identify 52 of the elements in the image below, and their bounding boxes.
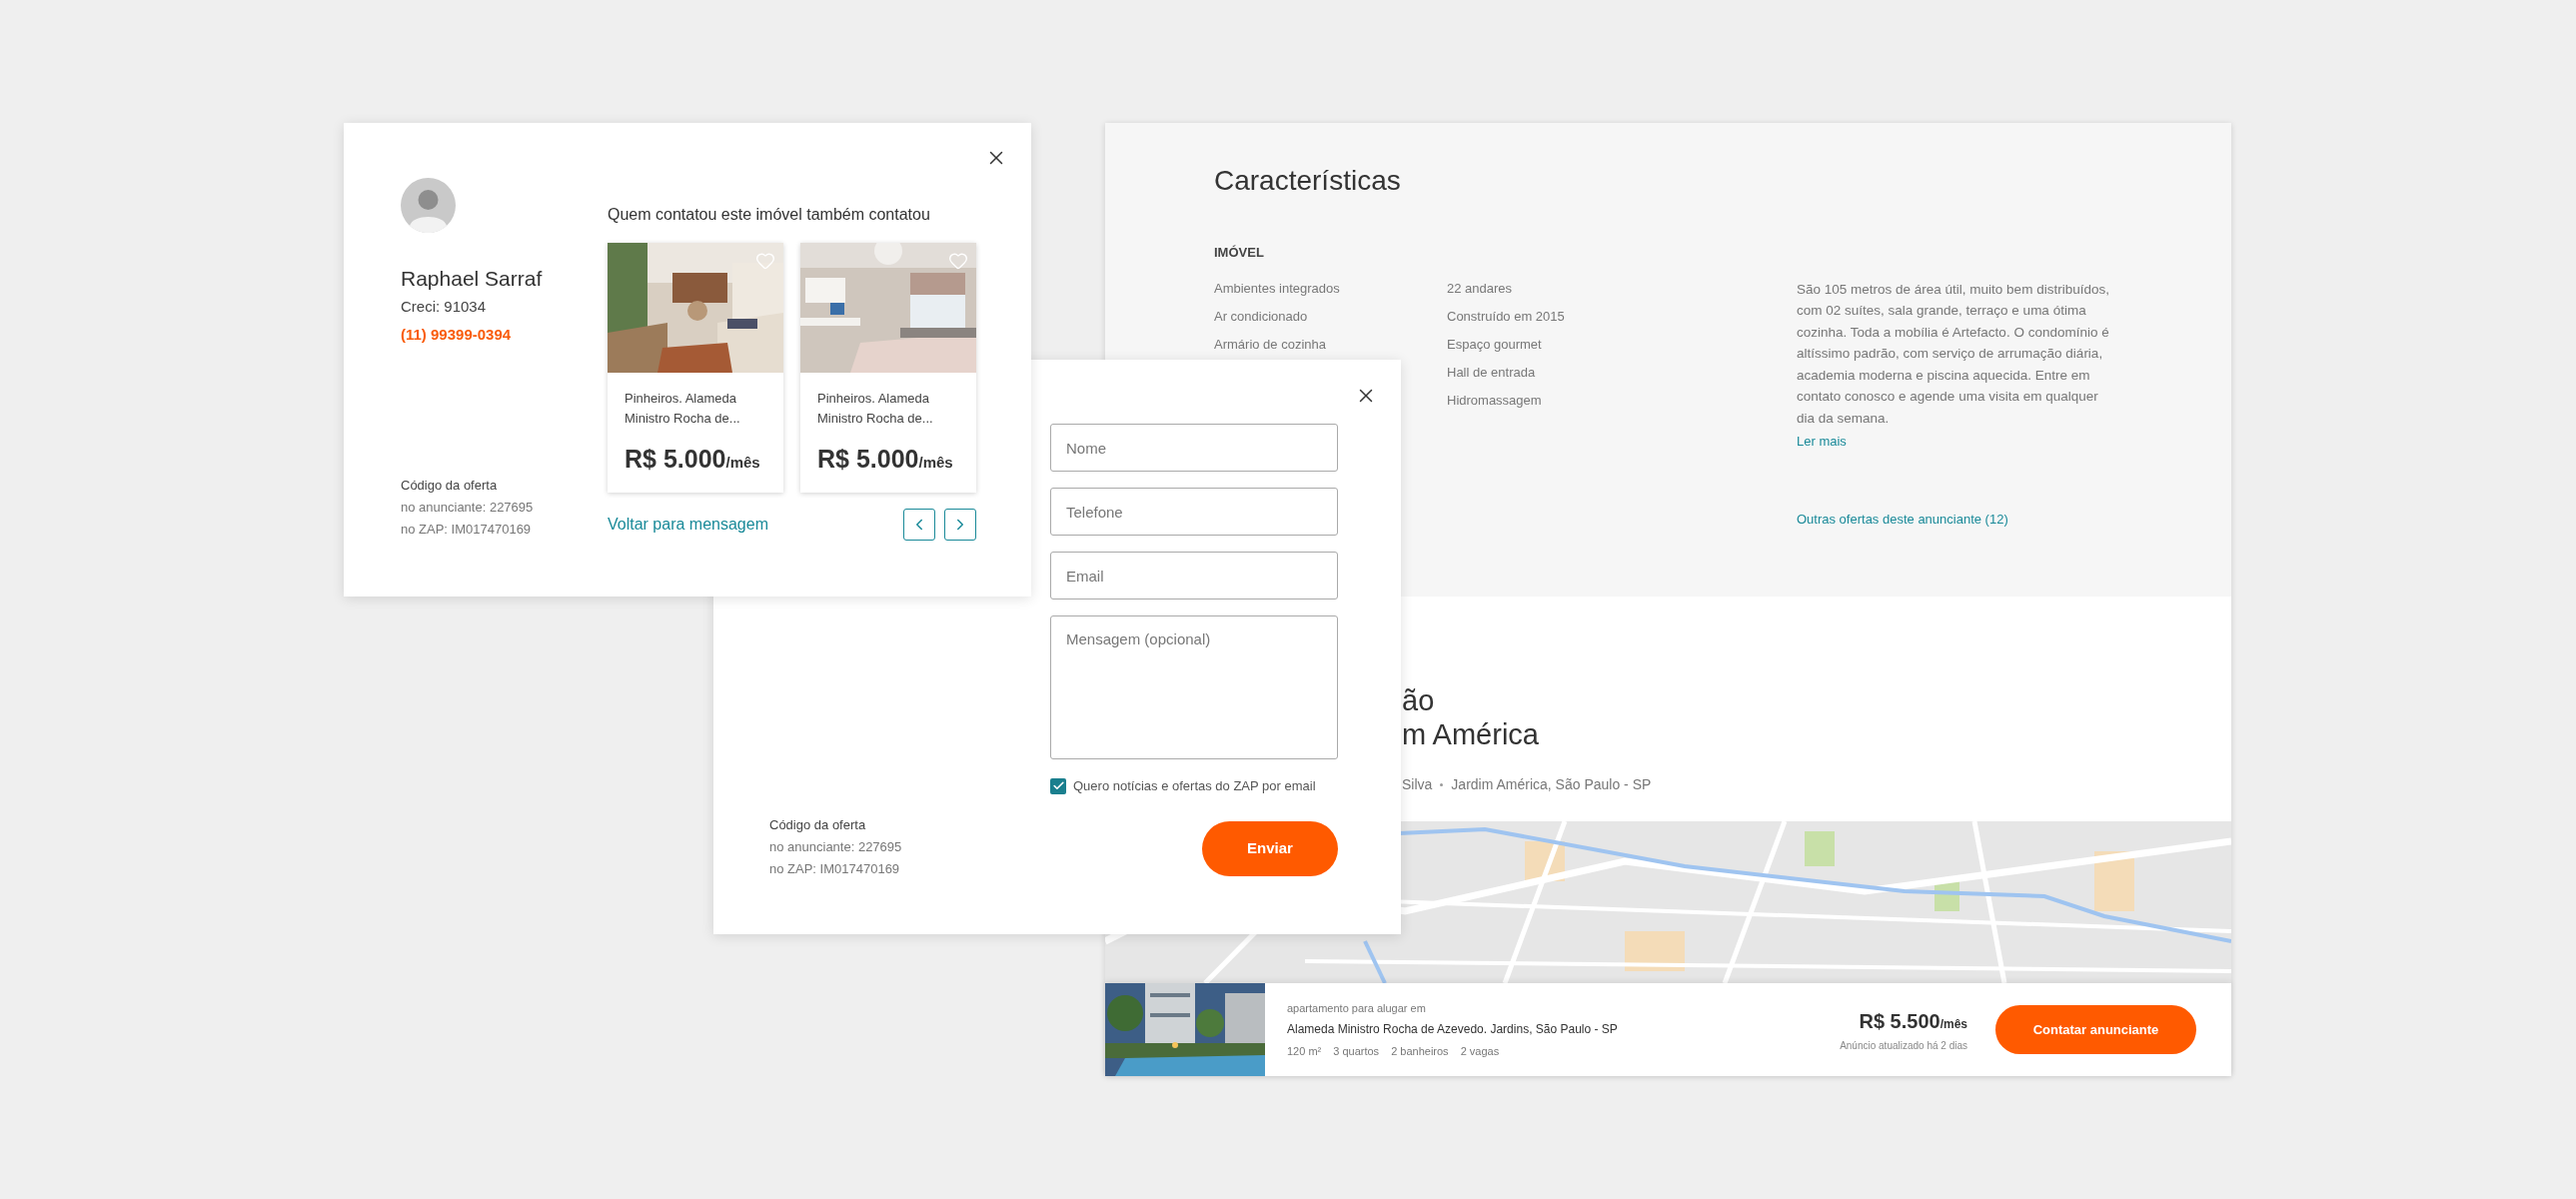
address-text: Silva (1402, 775, 1433, 794)
address-text: Jardim América, São Paulo - SP (1451, 775, 1652, 794)
previous-button[interactable] (903, 509, 935, 541)
location-title: ão (1402, 683, 1436, 717)
avatar (401, 178, 456, 233)
text-field[interactable]: Telefone (1050, 488, 1338, 536)
offer-code-line: no ZAP: IM017470169 (401, 521, 533, 539)
agent-name: Raphael Sarraf (401, 266, 544, 292)
newsletter-label: Quero notícias e ofertas do ZAP por email (1073, 777, 1316, 795)
newsletter-checkbox[interactable] (1050, 777, 1066, 794)
offer-code-title: Código da oferta (769, 816, 867, 834)
read-more-link[interactable]: Ler mais (1797, 431, 2112, 453)
offer-code-line: no ZAP: IM017470169 (769, 860, 901, 878)
listing-card[interactable]: Pinheiros. Alameda Ministro Rocha de... R$ 5.000/mês (608, 243, 783, 493)
feature-item: Hidromassagem (1447, 391, 1543, 410)
feature-item: Hall de entrada (1447, 363, 1537, 382)
message-field[interactable]: Mensagem (opcional) (1050, 615, 1338, 759)
contact-advertiser-button[interactable]: Contatar anunciante (1995, 1005, 2196, 1054)
listing-address: Alameda Ministro Rocha de Azevedo. Jardins, São Paulo - SP (1287, 1020, 1619, 1038)
updated-text: Anúncio atualizado há 2 dias (1840, 1039, 1967, 1053)
listing-card[interactable]: Pinheiros. Alameda Ministro Rocha de... R$ 5.000/mês (800, 243, 976, 493)
listing-address: Pinheiros. Alameda Ministro Rocha de... (816, 390, 934, 428)
text-field[interactable]: Email (1050, 552, 1338, 600)
offer-code-line: no anunciante: 227695 (769, 838, 903, 856)
location-title: m América (1402, 717, 1540, 751)
feature-item: Ambientes integrados (1214, 279, 1341, 298)
description-text: São 105 metros de área útil, muito bem distribuídos, com 02 suítes, sala grande, terraço e uma ótima cozinha. Toda a mobília é Artefacto. O condomínio é altíssimo padrão, com serviço de arrumação diária, academia moderna e piscina aquecida. Entre em contato conosco e agende uma visita em qualquer dia da semana. (1797, 280, 2110, 428)
offer-code-title: Código da oferta (401, 477, 499, 495)
feature-item: Construído em 2015 (1447, 307, 1566, 326)
feature-item: Ar condicionado (1214, 307, 1309, 326)
agent-phone: (11) 99399-0394 (401, 325, 513, 345)
offer-code-line: no anunciante: 227695 (401, 499, 535, 517)
agent-creci: Creci: 91034 (401, 297, 488, 317)
listing-price: R$ 5.500/mês (1859, 1009, 1967, 1034)
feature-item: Espaço gourmet (1447, 335, 1543, 354)
listing-spec: 120 m² (1287, 1043, 1322, 1059)
listing-address: Pinheiros. Alameda Ministro Rocha de... (624, 390, 741, 428)
group-title: IMÓVEL (1214, 244, 1265, 262)
section-title: Características (1214, 164, 1402, 198)
text-field[interactable]: Nome (1050, 424, 1338, 472)
back-link[interactable]: Voltar para mensagem (608, 513, 768, 537)
other-offers-link[interactable]: Outras ofertas deste anunciante (12) (1797, 509, 2112, 531)
recommendations-title: Quem contatou este imóvel também contatou (608, 205, 931, 225)
listing-price: R$ 5.000/mês (816, 444, 954, 475)
listing-spec: 2 vagas (1460, 1043, 1500, 1059)
listing-spec: 3 quartos (1333, 1043, 1380, 1059)
feature-item: 22 andares (1447, 279, 1514, 298)
listing-price: R$ 5.000/mês (624, 444, 761, 475)
listing-type: apartamento para alugar em (1287, 1000, 1427, 1016)
feature-item: Armário de cozinha (1214, 335, 1327, 354)
listing-spec: 2 banheiros (1391, 1043, 1449, 1059)
next-button[interactable] (944, 509, 976, 541)
